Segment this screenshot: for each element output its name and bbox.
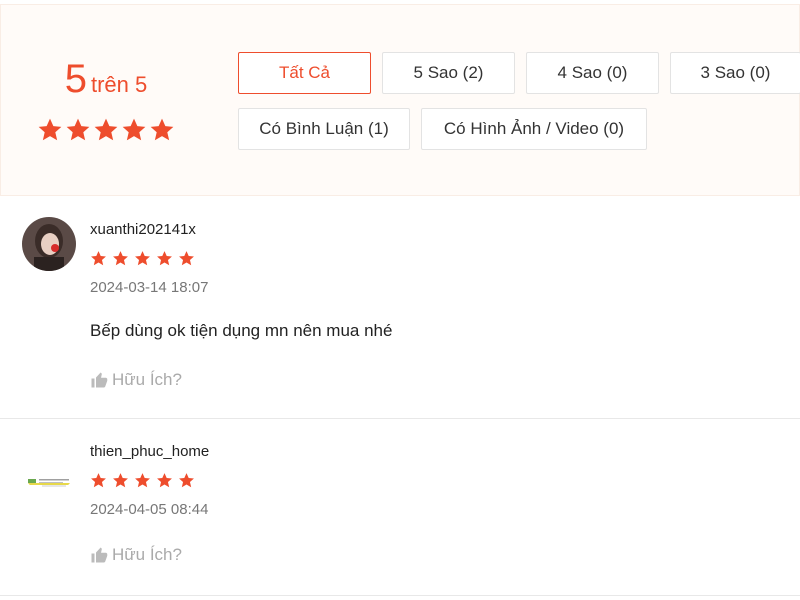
helpful-button[interactable]: Hữu Ích? — [90, 545, 182, 565]
review-item: thien_phuc_home 2024-04-05 08:44 Hữu Ích… — [0, 419, 800, 595]
filter-3-star-button[interactable]: 3 Sao (0) — [670, 52, 800, 94]
star-icon — [179, 473, 194, 488]
avatar[interactable] — [22, 217, 76, 271]
rating-summary: 5 trên 5 Tất Cả 5 Sao (2) 4 Sao (0) 3 Sao… — [0, 4, 800, 196]
review-username: thien_phuc_home — [90, 443, 210, 460]
star-icon — [179, 251, 194, 266]
thumbs-up-icon — [91, 372, 108, 388]
review-item: xuanthi202141x 2024-03-14 18:07 Bếp dùng… — [0, 197, 800, 418]
divider — [0, 595, 800, 596]
star-icon — [113, 473, 128, 488]
star-icon — [135, 251, 150, 266]
star-icon — [113, 251, 128, 266]
star-icon — [150, 118, 174, 141]
star-icon — [94, 118, 118, 141]
star-icon — [135, 473, 150, 488]
average-score: 5 trên 5 — [31, 57, 181, 101]
review-timestamp: 2024-04-05 08:44 — [90, 501, 209, 518]
helpful-label: Hữu Ích? — [112, 545, 182, 564]
review-stars — [90, 250, 195, 267]
star-icon — [91, 473, 106, 488]
star-icon — [157, 251, 172, 266]
filter-4-star-button[interactable]: 4 Sao (0) — [526, 52, 659, 94]
score-suffix: trên 5 — [90, 72, 148, 97]
star-icon — [122, 118, 146, 141]
review-stars — [90, 472, 195, 489]
filter-all-button[interactable]: Tất Cả — [238, 52, 371, 94]
helpful-label: Hữu Ích? — [112, 370, 182, 389]
review-username: xuanthi202141x — [90, 221, 196, 238]
review-timestamp: 2024-03-14 18:07 — [90, 279, 209, 296]
review-content: Bếp dùng ok tiện dụng mn nên mua nhé — [90, 321, 393, 340]
star-icon — [66, 118, 90, 141]
filter-with-comment-button[interactable]: Có Bình Luận (1) — [238, 108, 410, 150]
thumbs-up-icon — [91, 547, 108, 563]
star-icon — [38, 118, 62, 141]
star-icon — [157, 473, 172, 488]
avatar[interactable] — [22, 439, 76, 493]
summary-stars — [37, 117, 175, 143]
helpful-button[interactable]: Hữu Ích? — [90, 370, 182, 390]
filter-5-star-button[interactable]: 5 Sao (2) — [382, 52, 515, 94]
score-value: 5 — [64, 57, 87, 101]
star-icon — [91, 251, 106, 266]
filter-with-media-button[interactable]: Có Hình Ảnh / Video (0) — [421, 108, 647, 150]
